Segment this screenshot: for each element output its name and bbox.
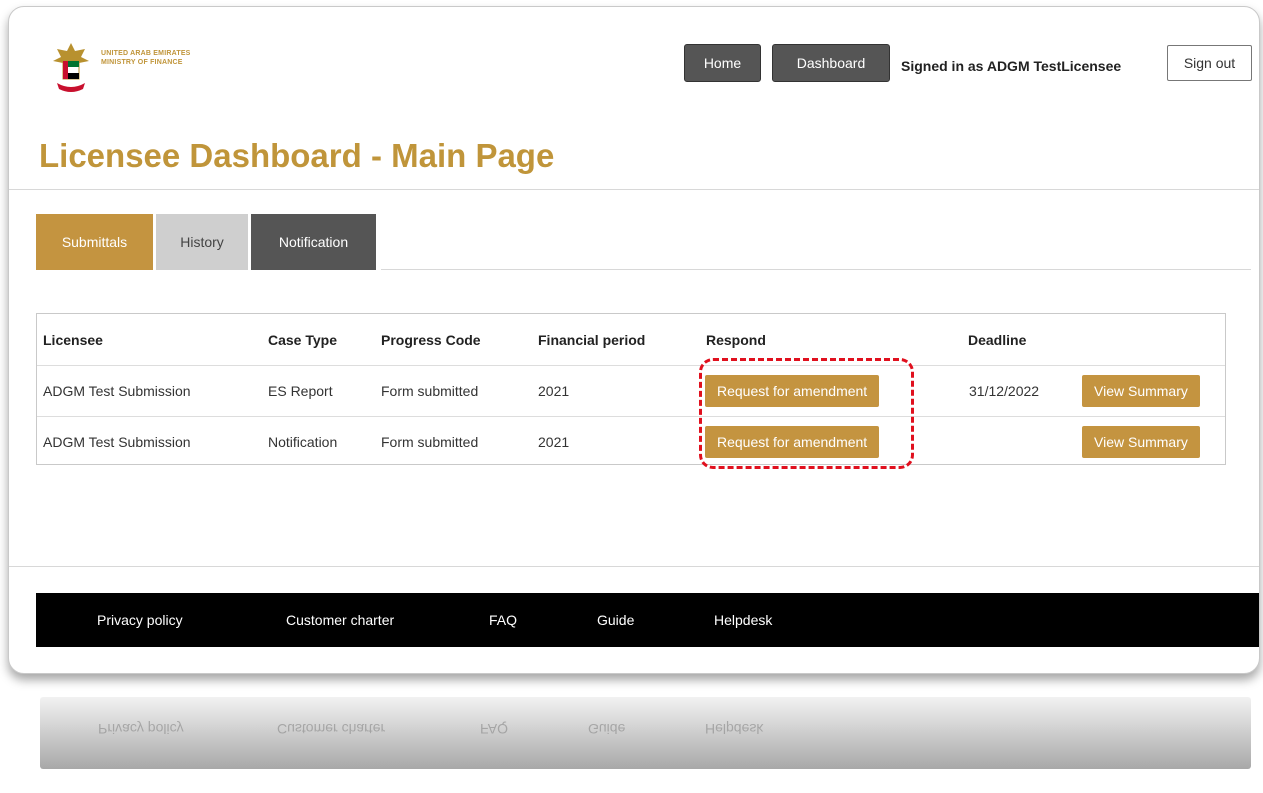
cell-financial-period: 2021 bbox=[538, 433, 570, 450]
cell-case-type: ES Report bbox=[268, 382, 333, 399]
footer-reflection: Privacy policy Customer charter FAQ Guid… bbox=[40, 697, 1251, 769]
footer-link-guide[interactable]: Guide bbox=[597, 612, 634, 628]
highlight-annotation bbox=[699, 358, 914, 469]
tab-history[interactable]: History bbox=[156, 214, 248, 270]
cell-progress-code: Form submitted bbox=[381, 382, 479, 399]
footer: Privacy policy Customer charter FAQ Guid… bbox=[36, 593, 1259, 647]
table-header-row: Licensee Case Type Progress Code Financi… bbox=[37, 314, 1225, 366]
ministry-logo[interactable]: UNITED ARAB EMIRATES MINISTRY OF FINANCE bbox=[49, 39, 191, 97]
footer-link-helpdesk[interactable]: Helpdesk bbox=[714, 612, 772, 628]
falcon-emblem-icon bbox=[53, 43, 89, 92]
logo-line1: UNITED ARAB EMIRATES bbox=[101, 50, 191, 57]
column-header-progress-code: Progress Code bbox=[381, 331, 481, 348]
footer-link-customer-charter[interactable]: Customer charter bbox=[286, 612, 394, 628]
cell-licensee: ADGM Test Submission bbox=[43, 433, 191, 450]
footer-link-faq[interactable]: FAQ bbox=[489, 612, 517, 628]
column-header-deadline: Deadline bbox=[968, 331, 1027, 348]
column-header-case-type: Case Type bbox=[268, 331, 337, 348]
submittals-table: Licensee Case Type Progress Code Financi… bbox=[36, 313, 1226, 465]
view-summary-button[interactable]: View Summary bbox=[1082, 425, 1200, 458]
reflection-text: FAQ bbox=[480, 721, 509, 737]
logo-line2: MINISTRY OF FINANCE bbox=[101, 59, 183, 66]
title-divider bbox=[9, 189, 1259, 190]
page-title: Licensee Dashboard - Main Page bbox=[39, 137, 555, 174]
reflection-text: Guide bbox=[588, 721, 626, 737]
app-window: UNITED ARAB EMIRATES MINISTRY OF FINANCE… bbox=[8, 6, 1260, 674]
reflection-text: Privacy policy bbox=[98, 721, 184, 737]
cell-licensee: ADGM Test Submission bbox=[43, 382, 191, 399]
tab-divider bbox=[381, 269, 1251, 270]
cell-case-type: Notification bbox=[268, 433, 338, 450]
cell-financial-period: 2021 bbox=[538, 382, 570, 399]
tab-bar: Submittals History Notification bbox=[36, 214, 379, 270]
column-header-financial-period: Financial period bbox=[538, 331, 646, 348]
cell-progress-code: Form submitted bbox=[381, 433, 479, 450]
cell-deadline: 31/12/2022 bbox=[969, 382, 1040, 399]
reflection-text: Customer charter bbox=[277, 721, 386, 737]
tab-submittals[interactable]: Submittals bbox=[36, 214, 153, 270]
view-summary-button[interactable]: View Summary bbox=[1082, 374, 1200, 407]
footer-link-privacy[interactable]: Privacy policy bbox=[97, 612, 183, 628]
logo-text: UNITED ARAB EMIRATES MINISTRY OF FINANCE bbox=[101, 49, 191, 67]
dashboard-button[interactable]: Dashboard bbox=[772, 44, 890, 82]
reflection-text: Helpdesk bbox=[705, 721, 764, 737]
signout-button[interactable]: Sign out bbox=[1167, 45, 1252, 81]
signed-in-text: Signed in as ADGM TestLicensee bbox=[901, 58, 1122, 74]
table-row: ADGM Test Submission Notification Form s… bbox=[37, 416, 1225, 467]
table-row: ADGM Test Submission ES Report Form subm… bbox=[37, 365, 1225, 417]
home-button[interactable]: Home bbox=[684, 44, 761, 82]
tab-notification[interactable]: Notification bbox=[251, 214, 376, 270]
column-header-licensee: Licensee bbox=[43, 331, 103, 348]
footer-divider bbox=[9, 566, 1259, 567]
